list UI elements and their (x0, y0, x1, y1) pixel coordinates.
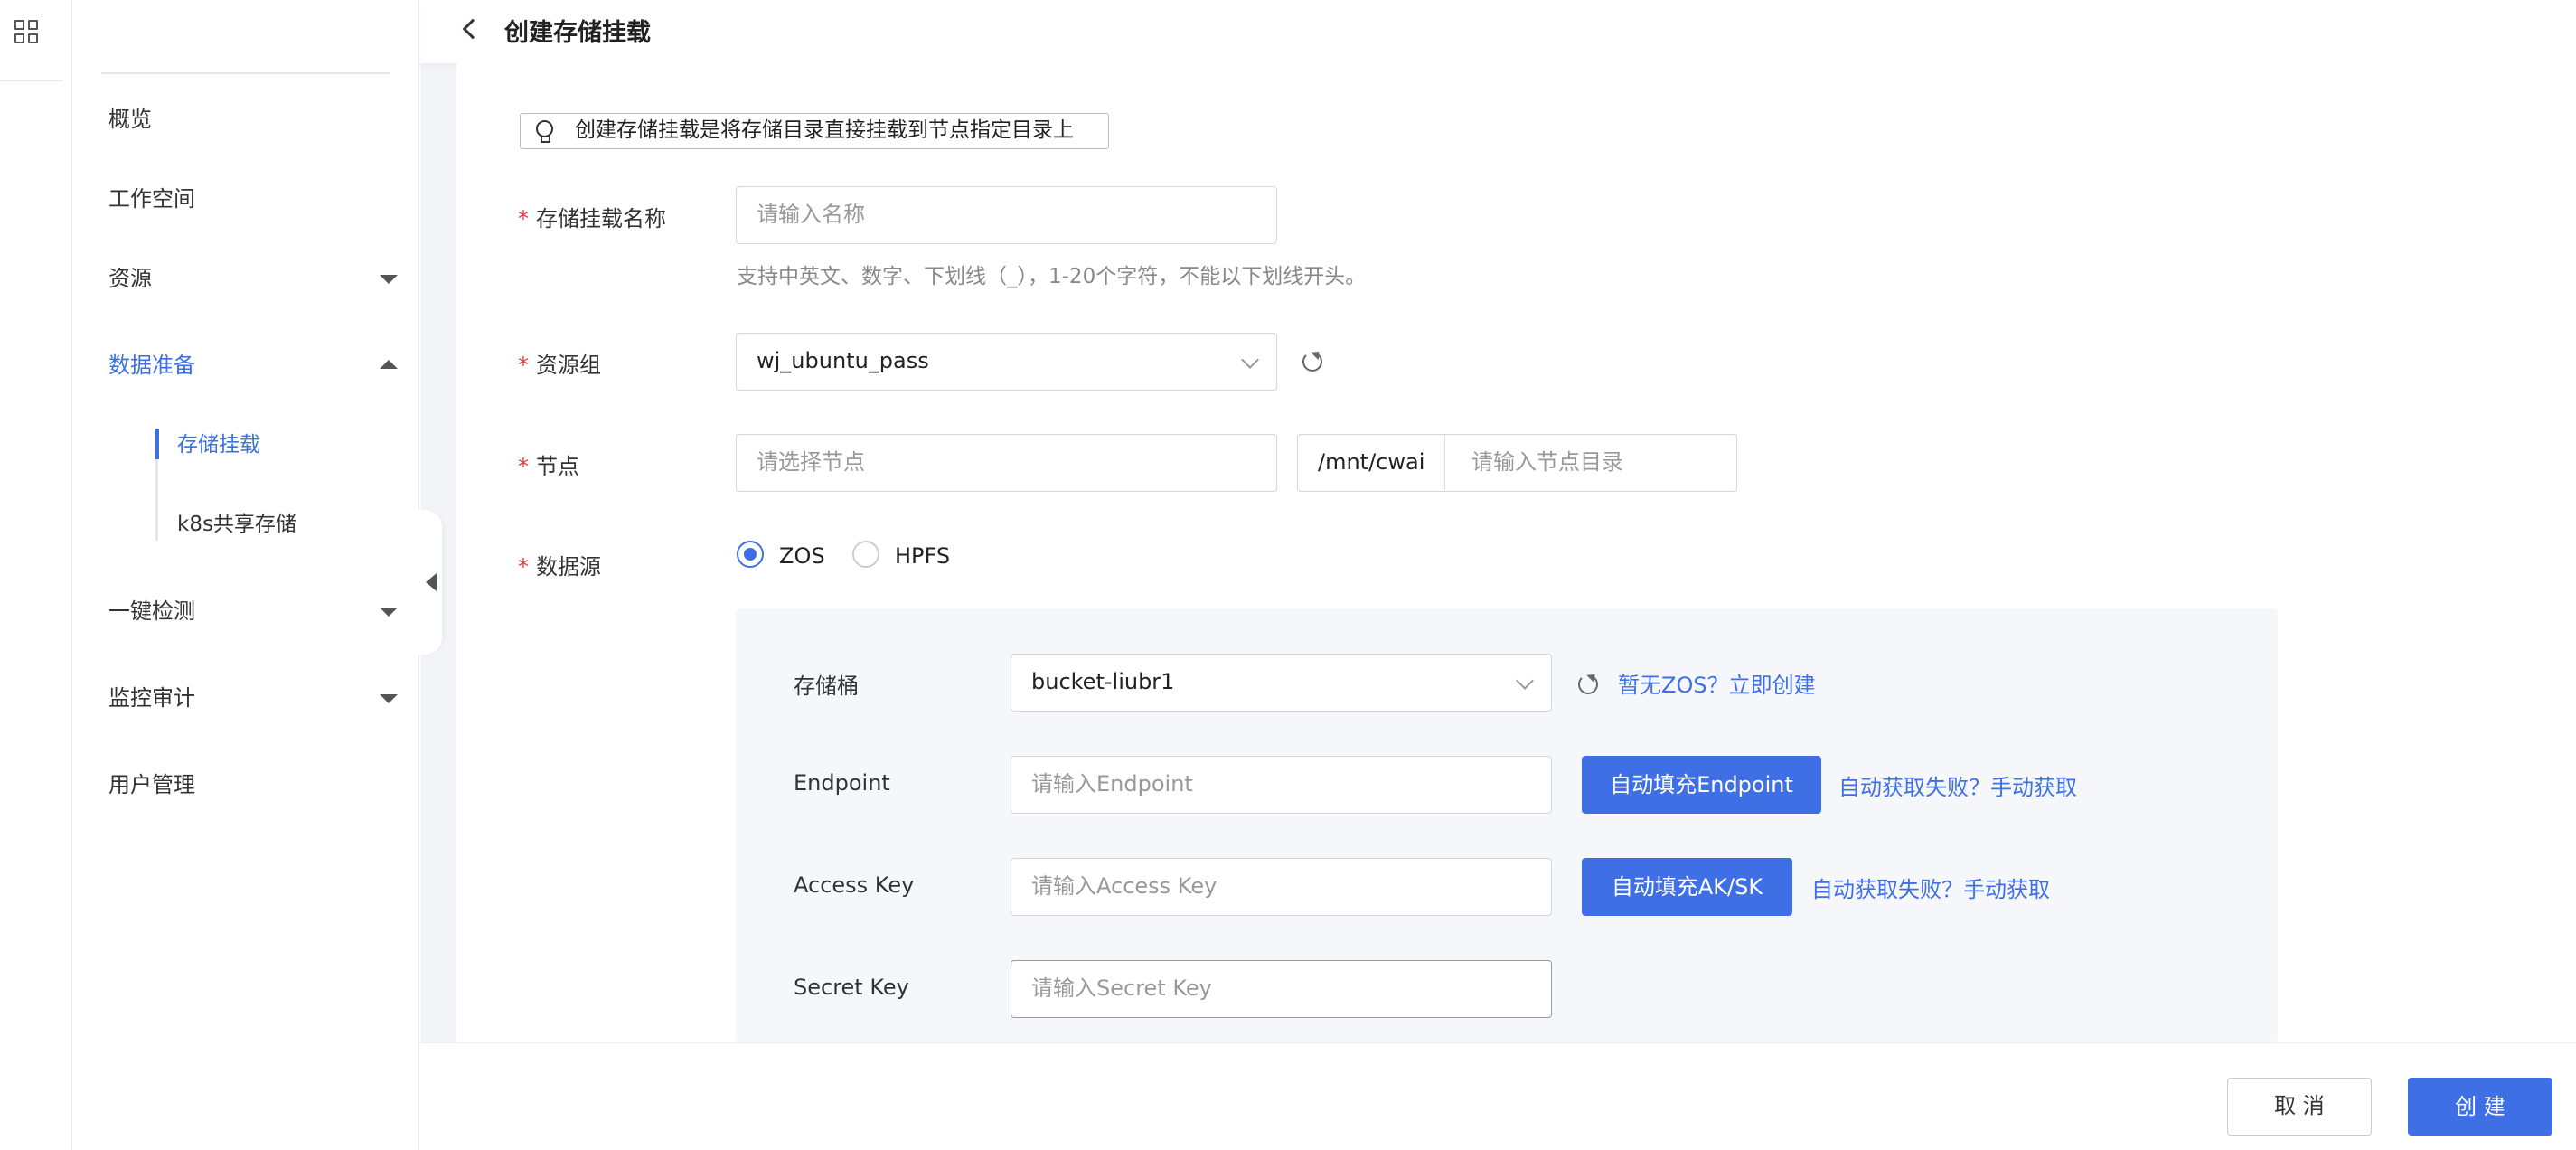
secret-key-label: Secret Key (794, 975, 909, 1000)
radio-zos-label: ZOS (779, 543, 825, 569)
info-tip: 创建存储挂载是将存储目录直接挂载到节点指定目录上 (520, 113, 1109, 149)
sidebar-item-label: 工作空间 (108, 186, 195, 212)
endpoint-input[interactable]: 请输入Endpoint (1011, 756, 1552, 814)
create-button[interactable]: 创 建 (2408, 1078, 2552, 1136)
tip-text: 创建存储挂载是将存储目录直接挂载到节点指定目录上 (575, 118, 1074, 142)
sidebar-item-overview[interactable]: 概览 (108, 98, 398, 141)
name-label-text: 存储挂载名称 (536, 206, 666, 231)
create-zos-link[interactable]: 暂无ZOS？立即创建 (1618, 667, 1816, 699)
resource-group-label-text: 资源组 (536, 353, 601, 378)
bucket-select[interactable]: bucket-liubr1 (1011, 654, 1552, 712)
caret-up-icon (380, 360, 398, 369)
bucket-value: bucket-liubr1 (1031, 669, 1175, 694)
access-key-input[interactable]: 请输入Access Key (1011, 858, 1552, 916)
datasource-label: * 数据源 (518, 549, 601, 580)
required-mark: * (518, 353, 529, 378)
sidebar-item-label: 用户管理 (108, 772, 195, 797)
sidebar-item-user-management[interactable]: 用户管理 (108, 763, 398, 806)
sidebar-item-label: 数据准备 (108, 353, 195, 378)
secret-key-input[interactable]: 请输入Secret Key (1011, 960, 1552, 1018)
back-arrow-icon[interactable] (456, 14, 484, 42)
required-mark: * (518, 454, 529, 479)
autofill-endpoint-button[interactable]: 自动填充Endpoint (1582, 756, 1821, 814)
datasource-label-text: 数据源 (536, 554, 601, 580)
refresh-icon[interactable] (1301, 350, 1324, 373)
sidebar: 概览 工作空间 资源 数据准备 存储挂载 k8s共享存储 一键检测 监控审计 用… (72, 0, 419, 1150)
collapse-left-icon (426, 573, 437, 591)
node-select[interactable]: 请选择节点 (736, 434, 1277, 492)
name-label: * 存储挂载名称 (518, 201, 666, 232)
lightbulb-icon (535, 120, 553, 144)
chevron-down-icon (1241, 351, 1259, 369)
rail-divider (0, 80, 63, 81)
node-label: * 节点 (518, 448, 579, 480)
sidebar-item-monitor-audit[interactable]: 监控审计 (108, 676, 398, 720)
name-hint: 支持中英文、数字、下划线（_），1-20个字符，不能以下划线开头。 (737, 265, 1367, 288)
required-mark: * (518, 206, 529, 231)
autofill-aksk-button[interactable]: 自动填充AK/SK (1582, 858, 1792, 916)
page-title: 创建存储挂载 (504, 19, 651, 47)
apps-grid-icon[interactable] (14, 20, 43, 49)
node-directory-input[interactable]: /mnt/cwai 请输入节点目录 (1297, 434, 1737, 492)
sidebar-item-workspace[interactable]: 工作空间 (108, 177, 398, 221)
access-key-label: Access Key (794, 872, 915, 898)
directory-prefix: /mnt/cwai (1298, 435, 1446, 490)
radio-hpfs-label: HPFS (895, 543, 951, 569)
resource-group-value: wj_ubuntu_pass (757, 348, 929, 373)
sidebar-item-label: 资源 (108, 266, 152, 291)
required-mark: * (518, 554, 529, 580)
sidebar-item-resources[interactable]: 资源 (108, 257, 398, 300)
endpoint-label: Endpoint (794, 770, 890, 796)
sidebar-subitem-k8s-shared-storage[interactable]: k8s共享存储 (177, 506, 296, 542)
sidebar-collapse-button[interactable] (417, 510, 442, 655)
sidebar-item-label: 概览 (108, 107, 152, 132)
manual-aksk-link[interactable]: 自动获取失败？手动获取 (1811, 872, 2050, 903)
manual-endpoint-link[interactable]: 自动获取失败？手动获取 (1838, 769, 2077, 801)
chevron-down-icon (1516, 672, 1534, 690)
directory-placeholder: 请输入节点目录 (1471, 449, 1623, 475)
submenu-active-indicator (155, 429, 159, 459)
sidebar-item-label: 一键检测 (108, 599, 195, 624)
radio-hpfs[interactable] (852, 541, 879, 568)
sidebar-divider (101, 72, 390, 74)
radio-zos[interactable] (737, 541, 764, 568)
cancel-button[interactable]: 取 消 (2227, 1078, 2372, 1136)
page-header (420, 0, 2576, 63)
icon-rail (0, 0, 72, 1150)
resource-group-select[interactable]: wj_ubuntu_pass (736, 333, 1277, 391)
name-input[interactable]: 请输入名称 (736, 186, 1277, 244)
bucket-label: 存储桶 (794, 674, 859, 699)
caret-down-icon (380, 275, 398, 284)
sidebar-item-label: 监控审计 (108, 685, 195, 711)
sidebar-item-one-click-check[interactable]: 一键检测 (108, 589, 398, 633)
caret-down-icon (380, 694, 398, 703)
sidebar-item-data-prep[interactable]: 数据准备 (108, 344, 398, 387)
caret-down-icon (380, 608, 398, 617)
refresh-icon[interactable] (1576, 673, 1600, 696)
node-label-text: 节点 (536, 454, 579, 479)
resource-group-label: * 资源组 (518, 347, 601, 379)
sidebar-subitem-storage-mount[interactable]: 存储挂载 (177, 427, 260, 463)
